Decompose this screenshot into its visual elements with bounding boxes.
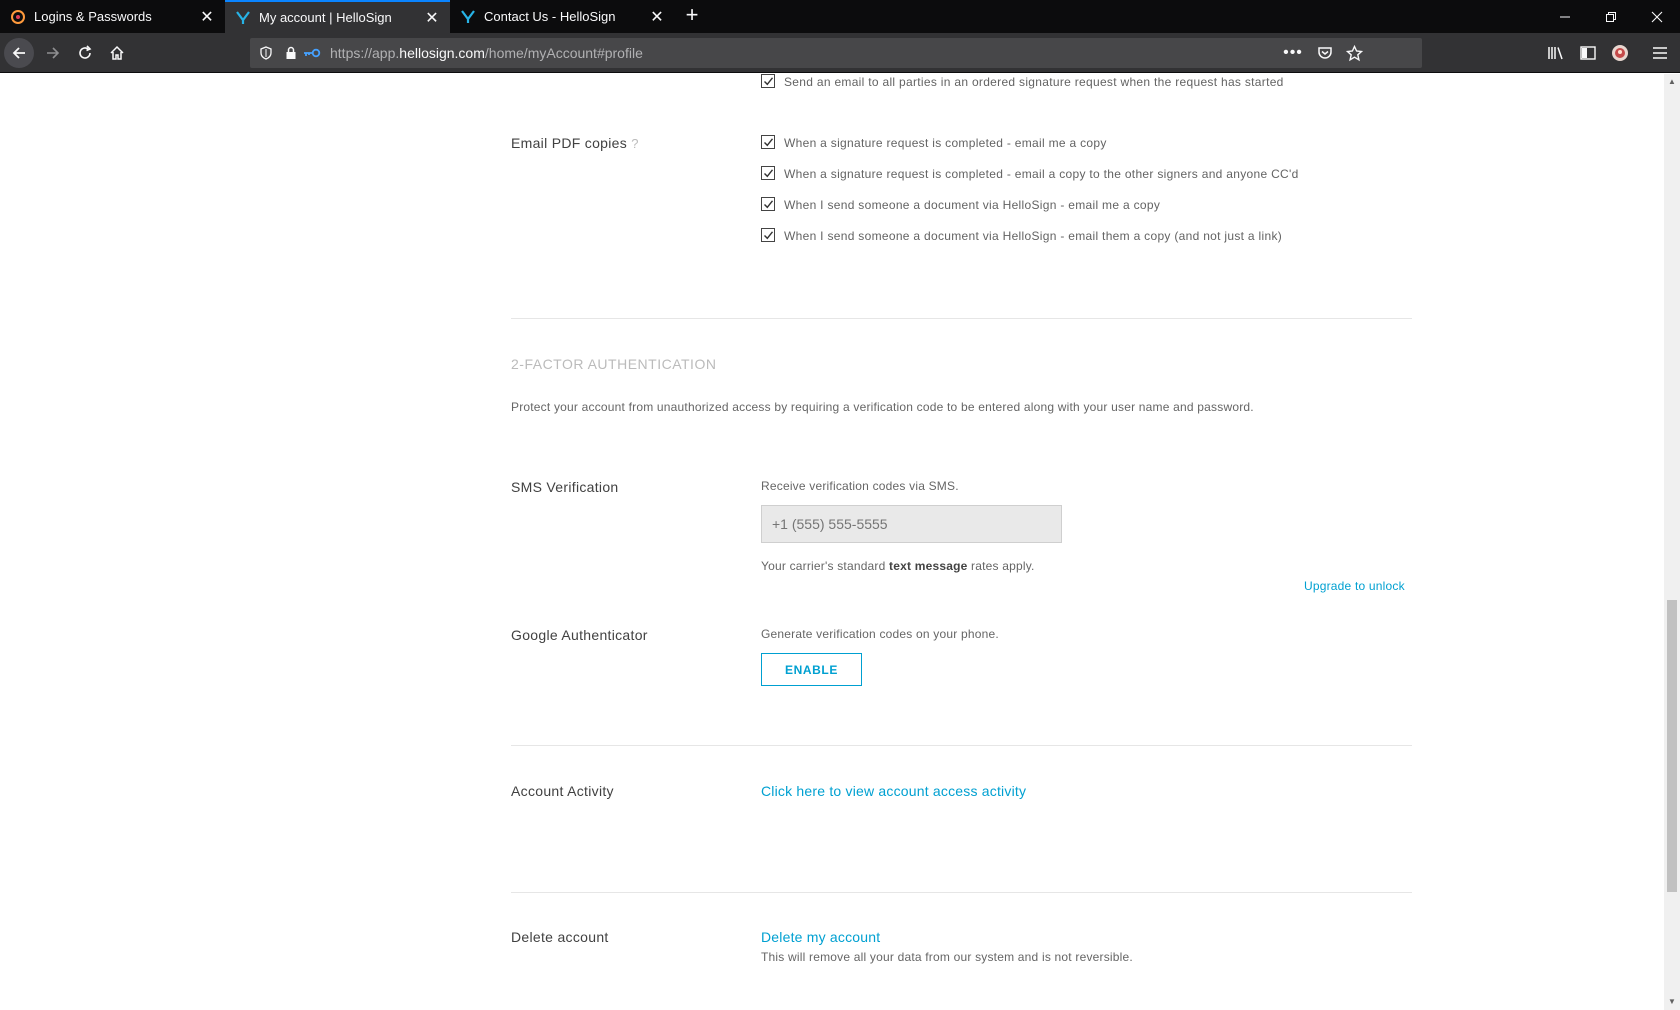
scroll-up-icon[interactable]: ▲ <box>1664 74 1680 90</box>
sms-hint: Receive verification codes via SMS. <box>761 479 959 493</box>
sidebar-icon[interactable] <box>1578 43 1598 63</box>
restore-icon <box>1606 11 1616 22</box>
tab-my-account[interactable]: My account | HelloSign ✕ <box>225 0 450 33</box>
key-icon[interactable] <box>302 45 322 61</box>
delete-warning: This will remove all your data from our … <box>761 950 1133 964</box>
lock-icon[interactable] <box>283 45 299 61</box>
hellosign-icon <box>460 9 476 25</box>
pdf-copy-option-3: When I send someone a document via Hello… <box>784 198 1161 212</box>
reload-button[interactable] <box>70 38 100 68</box>
scroll-down-icon[interactable]: ▼ <box>1664 994 1680 1010</box>
shield-icon[interactable] <box>258 45 274 61</box>
sms-rates-note: Your carrier's standard text message rat… <box>761 559 1035 573</box>
pocket-icon[interactable] <box>1316 44 1334 62</box>
started-email-label: Send an email to all parties in an order… <box>784 75 1284 89</box>
minimize-button[interactable] <box>1542 0 1588 33</box>
back-button[interactable] <box>4 38 34 68</box>
enable-authenticator-button[interactable]: ENABLE <box>761 653 862 686</box>
hamburger-menu-icon[interactable] <box>1650 43 1670 63</box>
address-bar[interactable]: https://app.hellosign.com/home/myAccount… <box>250 38 1422 68</box>
close-window-button[interactable] <box>1634 0 1680 33</box>
account-avatar-icon[interactable] <box>1610 43 1630 63</box>
pdf-copy-checkbox-4[interactable] <box>761 228 775 242</box>
pdf-copy-checkbox-3[interactable] <box>761 197 775 211</box>
section-divider <box>511 892 1412 893</box>
home-icon <box>110 45 124 60</box>
pdf-copy-checkbox-1[interactable] <box>761 135 775 149</box>
minimize-icon <box>1560 16 1570 17</box>
upgrade-to-unlock-link[interactable]: Upgrade to unlock <box>1304 579 1405 593</box>
home-button[interactable] <box>102 38 132 68</box>
delete-my-account-link[interactable]: Delete my account <box>761 929 880 945</box>
pdf-copy-checkbox-2[interactable] <box>761 166 775 180</box>
page-actions-icon[interactable]: ••• <box>1282 43 1304 63</box>
scrollbar-thumb[interactable] <box>1667 600 1677 892</box>
pdf-copy-option-4: When I send someone a document via Hello… <box>784 229 1283 243</box>
tab-label: Logins & Passwords <box>34 9 152 24</box>
close-icon <box>1651 11 1663 22</box>
two-factor-description: Protect your account from unauthorized a… <box>511 400 1254 414</box>
reload-icon <box>79 45 92 59</box>
help-icon[interactable]: ? <box>631 136 639 151</box>
lockwise-icon <box>10 9 26 25</box>
bookmark-star-icon[interactable] <box>1344 43 1364 63</box>
back-arrow-icon <box>12 47 25 59</box>
google-authenticator-label: Google Authenticator <box>511 627 648 643</box>
pdf-copy-option-2: When a signature request is completed - … <box>784 167 1299 181</box>
close-tab-icon[interactable]: ✕ <box>420 6 444 30</box>
tab-label: My account | HelloSign <box>259 10 392 25</box>
section-divider <box>511 318 1412 319</box>
email-pdf-copies-label: Email PDF copies ? <box>511 135 639 151</box>
restore-button[interactable] <box>1588 0 1634 33</box>
started-email-checkbox[interactable] <box>761 74 775 88</box>
tab-label: Contact Us - HelloSign <box>484 9 616 24</box>
forward-arrow-icon <box>47 47 60 59</box>
navigation-toolbar: https://app.hellosign.com/home/myAccount… <box>0 33 1680 73</box>
close-tab-icon[interactable]: ✕ <box>645 5 669 29</box>
hellosign-icon <box>235 10 251 26</box>
section-divider <box>511 745 1412 746</box>
tab-contact-us[interactable]: Contact Us - HelloSign ✕ <box>450 0 675 33</box>
page-scrollbar[interactable]: ▲ ▼ <box>1664 74 1680 1010</box>
sms-verification-label: SMS Verification <box>511 479 619 495</box>
library-icon[interactable] <box>1546 43 1566 63</box>
close-tab-icon[interactable]: ✕ <box>195 5 219 29</box>
account-activity-label: Account Activity <box>511 783 614 799</box>
page-content: Send an email to all parties in an order… <box>0 74 1664 1010</box>
view-account-activity-link[interactable]: Click here to view account access activi… <box>761 783 1026 799</box>
new-tab-button[interactable]: + <box>680 4 704 28</box>
google-authenticator-hint: Generate verification codes on your phon… <box>761 627 999 641</box>
phone-number-input[interactable] <box>761 505 1062 543</box>
delete-account-label: Delete account <box>511 929 609 945</box>
two-factor-heading: 2-FACTOR AUTHENTICATION <box>511 356 717 372</box>
pdf-copy-option-1: When a signature request is completed - … <box>784 136 1107 150</box>
tab-strip: Logins & Passwords ✕ My account | HelloS… <box>0 0 1680 33</box>
url-text[interactable]: https://app.hellosign.com/home/myAccount… <box>330 45 643 61</box>
tab-logins-passwords[interactable]: Logins & Passwords ✕ <box>0 0 225 33</box>
forward-button[interactable] <box>38 38 68 68</box>
